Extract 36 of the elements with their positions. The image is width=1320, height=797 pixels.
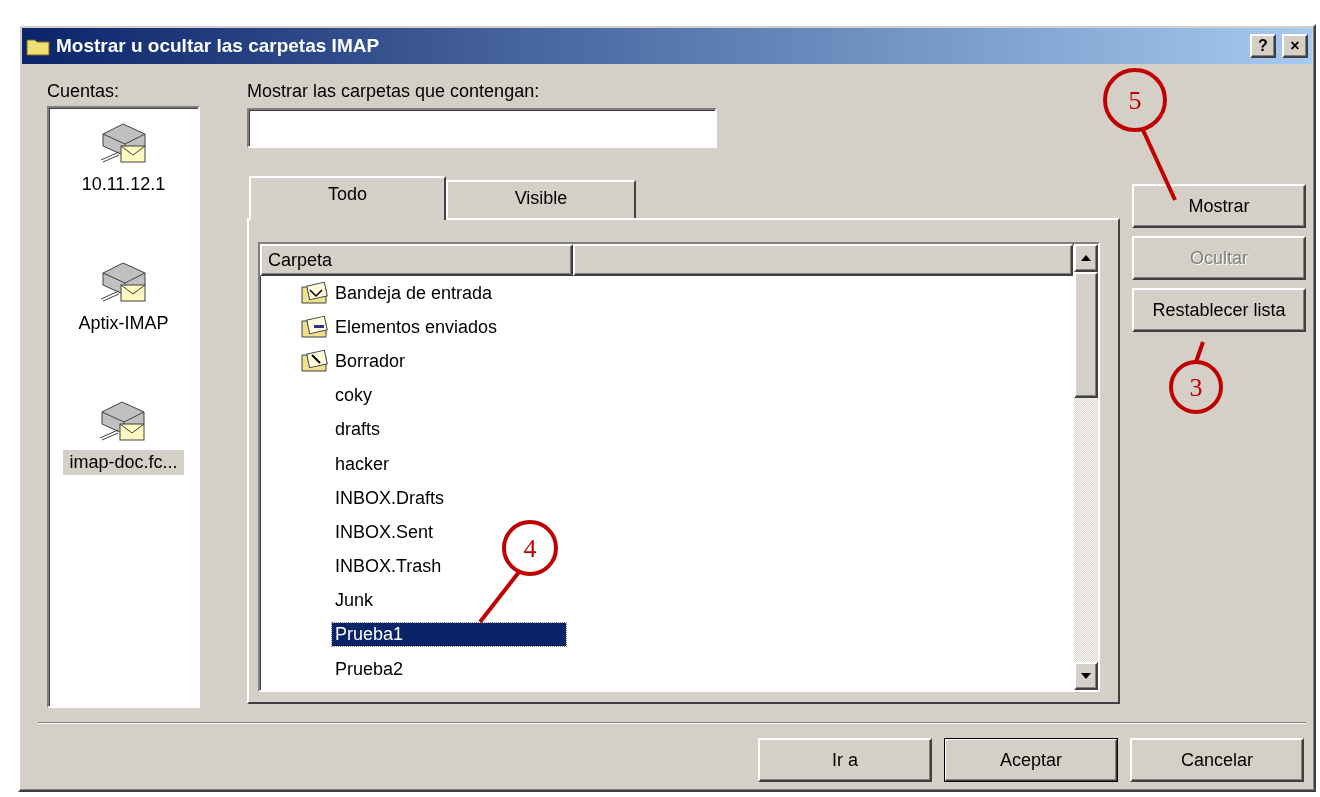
drafts-folder-icon	[300, 349, 330, 374]
folder-row[interactable]: coky	[332, 384, 375, 408]
folder-row[interactable]: Borrador	[332, 349, 409, 373]
folder-icon	[26, 36, 50, 56]
scroll-up-icon	[1081, 255, 1091, 261]
tab[interactable]: Todo	[249, 176, 446, 220]
accounts-label: Cuentas:	[47, 80, 121, 103]
filter-label: Mostrar las carpetas que contengan:	[247, 80, 541, 103]
folder-row[interactable]: Prueba1	[332, 623, 566, 647]
column-header[interactable]: Carpeta	[260, 244, 573, 276]
account-item[interactable]: Aptix-IMAP	[72, 311, 175, 336]
tab[interactable]: Visible	[446, 180, 636, 218]
sent-folder-icon	[300, 315, 330, 340]
folder-row[interactable]: INBOX.Sent	[332, 520, 437, 544]
folder-row[interactable]: Prueba2	[332, 657, 407, 681]
dialog-button[interactable]: Ir a	[758, 738, 932, 782]
inbox-folder-icon	[300, 281, 330, 306]
help-button[interactable]: ?	[1250, 34, 1276, 58]
close-button[interactable]: ×	[1282, 34, 1308, 58]
dialog-button[interactable]: Aceptar	[944, 738, 1118, 782]
folder-row[interactable]: INBOX.Trash	[332, 555, 445, 579]
filter-field[interactable]	[247, 108, 717, 148]
folder-row[interactable]: Bandeja de entrada	[332, 281, 496, 305]
folder-row[interactable]: Junk	[332, 589, 377, 613]
folder-row[interactable]: Elementos enviados	[332, 315, 501, 339]
dialog-button[interactable]: Cancelar	[1130, 738, 1304, 782]
account-item[interactable]: imap-doc.fc...	[63, 450, 184, 475]
folder-row[interactable]: drafts	[332, 418, 384, 442]
scrollbar[interactable]	[1074, 244, 1098, 690]
folder-row[interactable]: INBOX.Drafts	[332, 486, 448, 510]
scroll-down-icon	[1081, 673, 1091, 679]
account-item[interactable]: 10.11.12.1	[75, 172, 172, 197]
action-button[interactable]: Mostrar	[1132, 184, 1306, 228]
window-title: Mostrar u ocultar las carpetas IMAP	[56, 35, 381, 57]
action-button[interactable]: Restablecer lista	[1132, 288, 1306, 332]
folder-row[interactable]: hacker	[332, 452, 393, 476]
